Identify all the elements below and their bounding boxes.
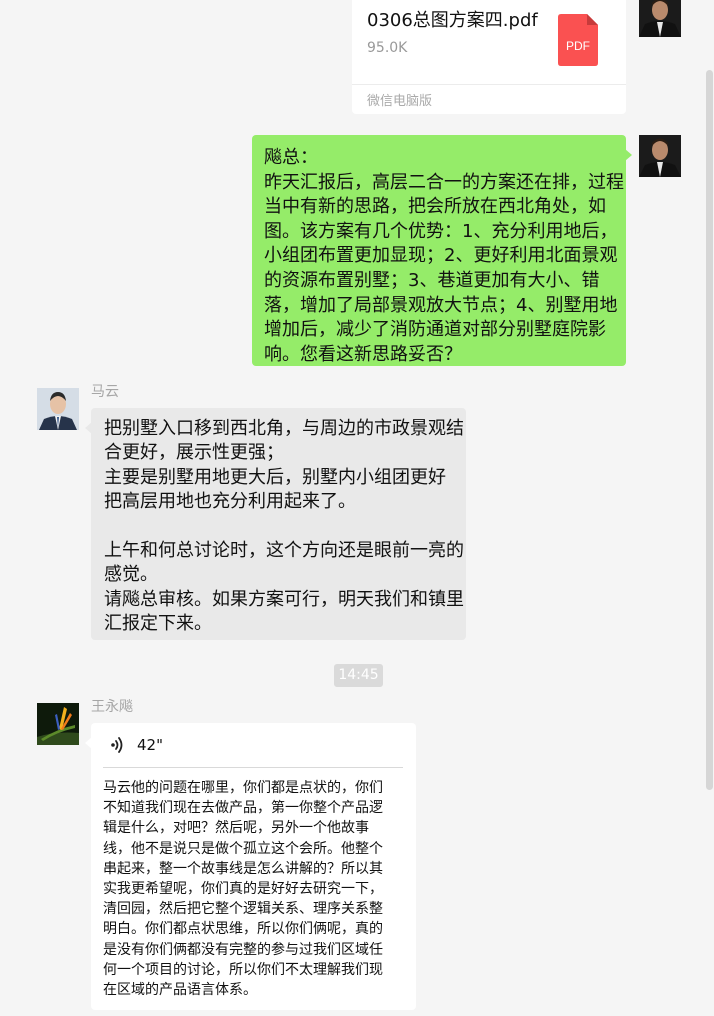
wang-avatar[interactable]	[37, 703, 79, 745]
transcript-line: 串起来，整一个故事线是怎么讲解的？所以其	[103, 860, 383, 877]
man-in-suit-avatar-icon	[639, 0, 681, 37]
pdf-icon-label: PDF	[566, 39, 590, 53]
incoming-message-bubble[interactable]: 把别墅入口移到西北角，与周边的市政景观结 合更好，展示性更强； 主要是别墅用地更…	[85, 408, 466, 640]
voice-transcript-text[interactable]: 马云他的问题在哪里，你们都是点状的，你们 不知道我们现在去做产品，第一你整个产品…	[103, 778, 407, 1000]
message-line: 把高层用地也充分利用起来了。	[104, 491, 356, 513]
message-line: 把别墅入口移到西北角，与周边的市政景观结	[104, 418, 464, 439]
file-size: 95.0K	[367, 40, 408, 56]
message-line: 飚总：	[264, 147, 318, 168]
transcript-line: 实我更希望呢，你们真的是好好去研究一下，	[103, 881, 383, 898]
bubble-tail	[625, 149, 632, 161]
file-source-label: 微信电脑版	[367, 94, 433, 109]
voice-duration: 42"	[137, 736, 163, 754]
transcript-line: 线，他不是说只是做个孤立这个会所。他整个	[103, 840, 383, 857]
man-portrait-avatar-icon	[37, 388, 79, 430]
sender-name: 王永飚	[91, 699, 133, 715]
transcript-line: 辑是什么，对吧？然后呢，另外一个他故事	[103, 820, 369, 837]
file-name: 0306总图方案四.pdf	[367, 10, 538, 31]
message-line	[104, 515, 459, 539]
bubble-tail	[85, 422, 92, 434]
pdf-file-icon: PDF	[558, 14, 598, 66]
message-line: 请飚总审核。如果方案可行，明天我们和镇里	[104, 588, 464, 610]
message-timestamp: 14:45	[334, 664, 383, 687]
transcript-line: 是没有你们俩都没有完整的参与过我们区域任	[103, 941, 383, 958]
message-line: 响。您看这新思路妥否？	[264, 343, 462, 365]
sender-name: 马云	[91, 384, 119, 400]
transcript-line: 不知道我们现在去做产品，第一你整个产品逻	[103, 800, 383, 817]
outgoing-message-text[interactable]: 飚总： 昨天汇报后，高层二合一的方案还在排，过程 当中有新的思路，把会所放在西北…	[264, 146, 624, 367]
man-in-suit-avatar-icon	[639, 135, 681, 177]
file-message-card[interactable]: 0306总图方案四.pdf 95.0K PDF 微信电脑版	[352, 0, 626, 114]
scrollbar-thumb[interactable]	[706, 70, 713, 790]
outgoing-message-bubble[interactable]: 飚总： 昨天汇报后，高层二合一的方案还在排，过程 当中有新的思路，把会所放在西北…	[252, 135, 632, 367]
message-line: 上午和何总讨论时，这个方向还是眼前一亮的	[104, 540, 464, 562]
message-line: 增加后，减少了消防通道对部分别墅庭院影	[264, 319, 606, 341]
voice-wave-icon[interactable]	[109, 736, 125, 754]
incoming-message-text[interactable]: 把别墅入口移到西北角，与周边的市政景观结 合更好，展示性更强； 主要是别墅用地更…	[104, 417, 464, 637]
transcript-line: 明白。你们都点状思维，所以你们俩呢，真的	[103, 921, 383, 938]
message-line: 感觉。	[104, 564, 158, 586]
message-line: 落，增加了局部景观放大节点；4、别墅用地	[264, 294, 618, 316]
message-line: 的资源布置别墅；3、巷道更加有大小、错	[264, 269, 600, 291]
mayun-avatar[interactable]	[37, 388, 79, 430]
my-avatar[interactable]	[639, 135, 681, 177]
transcript-line: 何一个项目的讨论，所以你们不太理解我们现	[103, 961, 383, 978]
message-line: 小组团布置更加显现；2、更好利用北面景观	[264, 245, 618, 267]
my-avatar[interactable]	[639, 0, 681, 37]
message-line: 汇报定下来。	[104, 613, 212, 635]
voice-transcript-divider	[103, 767, 403, 768]
message-line: 主要是别墅用地更大后，别墅内小组团更好	[104, 466, 446, 488]
file-card-divider	[352, 84, 626, 85]
transcript-line: 清回园，然后把它整个逻辑关系、理序关系整	[103, 901, 383, 918]
message-line: 昨天汇报后，高层二合一的方案还在排，过程	[264, 171, 624, 193]
transcript-line: 在区域的产品语言体系。	[103, 982, 257, 999]
message-line: 合更好，展示性更强；	[104, 442, 284, 464]
message-line: 当中有新的思路，把会所放在西北角处，如	[264, 196, 606, 218]
message-line: 图。该方案有几个优势：1、充分利用地后，	[264, 220, 618, 242]
voice-message-card[interactable]: 42" 马云他的问题在哪里，你们都是点状的，你们 不知道我们现在去做产品，第一你…	[85, 723, 416, 1010]
bird-of-paradise-flower-avatar-icon	[37, 703, 79, 745]
transcript-line: 马云他的问题在哪里，你们都是点状的，你们	[103, 780, 383, 796]
bubble-tail	[85, 737, 92, 749]
